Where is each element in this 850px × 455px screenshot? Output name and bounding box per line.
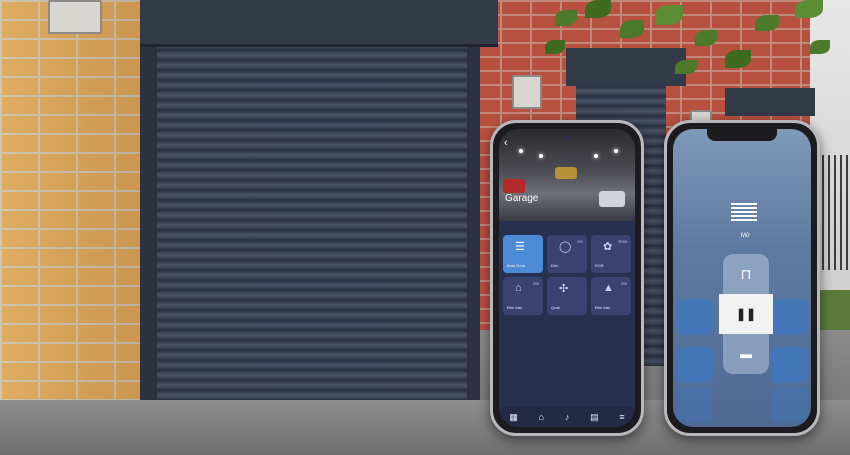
garage-photo: ‹ Garage	[499, 129, 635, 221]
tile-label: Đèn	[551, 263, 559, 268]
chevron-left-icon[interactable]: ‹	[504, 137, 508, 149]
open-icon: ⊓	[740, 265, 752, 282]
tile-rgb[interactable]: ✿ RGB RGB	[591, 235, 631, 273]
tile-lamp[interactable]: ▲ 0% Đèn trần	[591, 277, 631, 315]
close-icon: ▬	[740, 347, 752, 361]
grid-icon[interactable]: ▦	[509, 412, 518, 423]
room-title: Garage	[505, 193, 539, 204]
blurred-tile	[771, 299, 807, 335]
palette-icon: ✿	[603, 241, 613, 253]
tile-auto-door[interactable]: ☰ Auto Door	[503, 235, 543, 273]
front-camera	[565, 135, 569, 139]
smartphone-left: ‹ Garage ☰ Auto Door ◯ 0% Đèn ✿ RGB RGB	[490, 120, 644, 436]
tile-label: RGB	[595, 263, 604, 268]
fan-icon: ✣	[559, 283, 569, 295]
shutter-icon: ☰	[515, 241, 525, 253]
tile-fan[interactable]: ✣ Quạt	[547, 277, 587, 315]
tile-label: Đèn trần	[595, 305, 611, 310]
metal-fence	[816, 155, 850, 270]
music-icon[interactable]: ♪	[565, 412, 570, 422]
tile-value: 0%	[577, 239, 583, 244]
phone-notch	[707, 129, 777, 141]
grass-patch	[818, 290, 850, 330]
bottom-tab-bar: ▦ ⌂ ♪ ▤ ≡	[499, 407, 635, 427]
tile-label: Quạt	[551, 305, 560, 310]
close-button[interactable]: ▬	[723, 334, 769, 374]
card-icon[interactable]: ▤	[590, 412, 599, 423]
device-label: Mở	[741, 233, 750, 239]
smartphone-right: Mở ⊓ ❚❚ ▬	[664, 120, 820, 436]
storefront-scene: ‹ Garage ☰ Auto Door ◯ 0% Đèn ✿ RGB RGB	[0, 0, 850, 455]
menu-icon[interactable]: ≡	[619, 412, 624, 422]
home-icon[interactable]: ⌂	[539, 412, 544, 422]
shutter-housing	[140, 0, 498, 47]
tile-value: 0%	[621, 281, 627, 286]
shutter-icon	[731, 201, 757, 227]
blurred-tile	[677, 299, 713, 335]
app-screen: ‹ Garage ☰ Auto Door ◯ 0% Đèn ✿ RGB RGB	[499, 129, 635, 427]
wall-lamp	[512, 75, 542, 109]
control-screen: Mở ⊓ ❚❚ ▬	[673, 129, 811, 427]
pause-icon: ❚❚	[735, 307, 757, 321]
shutter-control: ⊓ ❚❚ ▬	[719, 254, 773, 374]
tile-label: Đèn trần	[507, 305, 523, 310]
tile-light[interactable]: ◯ 0% Đèn	[547, 235, 587, 273]
device-grid: ☰ Auto Door ◯ 0% Đèn ✿ RGB RGB ⌂ 0% Đèn …	[503, 235, 631, 315]
bulb-icon: ◯	[559, 241, 572, 253]
pause-button[interactable]: ❚❚	[719, 294, 773, 334]
tile-ceiling-light[interactable]: ⌂ 0% Đèn trần	[503, 277, 543, 315]
blurred-tile	[677, 387, 713, 423]
yellow-brick-wall	[0, 0, 140, 455]
blurred-tile	[677, 347, 713, 383]
blurred-tile	[771, 347, 807, 383]
roller-shutter-main	[157, 10, 467, 455]
open-button[interactable]: ⊓	[723, 254, 769, 294]
wall-lamp	[48, 0, 102, 34]
blurred-tile	[771, 387, 807, 423]
lamp-icon: ▲	[603, 282, 614, 294]
tile-value: 0%	[533, 281, 539, 286]
ceiling-light-icon: ⌂	[515, 282, 522, 294]
tile-value: RGB	[618, 239, 627, 244]
tree-leaves	[545, 0, 850, 95]
tile-label: Auto Door	[507, 263, 526, 268]
